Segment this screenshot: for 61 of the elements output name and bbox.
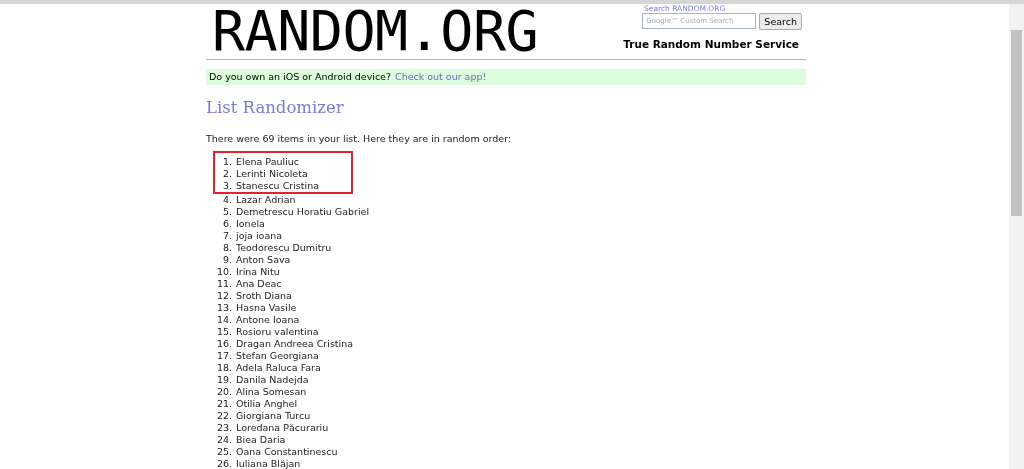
item-number: 6. (221, 218, 232, 230)
item-number: 14. (215, 314, 232, 326)
item-number: 5. (221, 206, 232, 218)
list-item: Stefan Georgiana (236, 350, 319, 362)
item-number: 8. (221, 242, 232, 254)
list-item: Lazar Adrian (236, 194, 296, 206)
list-item: Lerinti Nicoleta (236, 168, 308, 180)
list-item: Loredana Păcurariu (236, 422, 329, 434)
list-item: Adela Raluca Fara (236, 362, 321, 374)
list-item: Rosioru valentina (236, 326, 319, 338)
list-item: Biea Daria (236, 434, 286, 446)
item-number: 11. (215, 278, 232, 290)
item-number: 13. (215, 302, 232, 314)
banner-text: Do you own an iOS or Android device? (209, 70, 391, 84)
scrollbar-thumb[interactable] (1011, 30, 1022, 216)
item-number: 10. (215, 266, 232, 278)
item-number: 1. (221, 156, 232, 168)
app-link[interactable]: Check out our app! (395, 70, 487, 84)
item-number: 26. (215, 458, 232, 469)
item-number: 18. (215, 362, 232, 374)
item-number: 20. (215, 386, 232, 398)
item-number: 17. (215, 350, 232, 362)
search-button[interactable]: Search (759, 13, 802, 30)
list-item: Sroth Diana (236, 290, 292, 302)
item-number: 15. (215, 326, 232, 338)
item-number: 25. (215, 446, 232, 458)
item-number: 7. (221, 230, 232, 242)
item-number: 4. (221, 194, 232, 206)
list-item: joja ioana (236, 230, 283, 242)
list-item: Anton Sava (236, 254, 291, 266)
list-item: Dragan Andreea Cristina (236, 338, 354, 350)
item-number: 24. (215, 434, 232, 446)
list-item: Irina Nitu (236, 266, 280, 278)
item-number: 19. (215, 374, 232, 386)
list-item: Otilia Anghel (236, 398, 298, 410)
list-item: Teodorescu Dumitru (236, 242, 332, 254)
list-item: Hasna Vasile (236, 302, 297, 314)
list-item: Danila Nadejda (236, 374, 309, 386)
page-title: List Randomizer (206, 97, 345, 119)
item-number: 16. (215, 338, 232, 350)
item-number: 9. (221, 254, 232, 266)
item-number: 22. (215, 410, 232, 422)
list-item: Ana Deac (236, 278, 282, 290)
list-item: Antone Ioana (236, 314, 300, 326)
list-item: Alina Somesan (236, 386, 307, 398)
scrollbar[interactable] (1009, 4, 1024, 469)
item-number: 23. (215, 422, 232, 434)
list-item: Demetrescu Horatiu Gabriel (236, 206, 370, 218)
site-logo[interactable]: RANDOM.ORG (212, 8, 539, 56)
item-number: 12. (215, 290, 232, 302)
item-number: 21. (215, 398, 232, 410)
item-number: 2. (221, 168, 232, 180)
list-item: Oana Constantinescu (236, 446, 338, 458)
list-item: Iuliana Blăjan (236, 458, 301, 469)
item-number: 3. (221, 180, 232, 192)
intro-text: There were 69 items in your list. Here they are in random order: (206, 133, 513, 145)
tagline: True Random Number Service (623, 38, 799, 50)
list-item: Ionela (236, 218, 265, 230)
list-item: Giorgiana Turcu (236, 410, 311, 422)
list-item: Elena Pauliuc (236, 156, 300, 168)
list-item: Stanescu Cristina (236, 180, 319, 192)
